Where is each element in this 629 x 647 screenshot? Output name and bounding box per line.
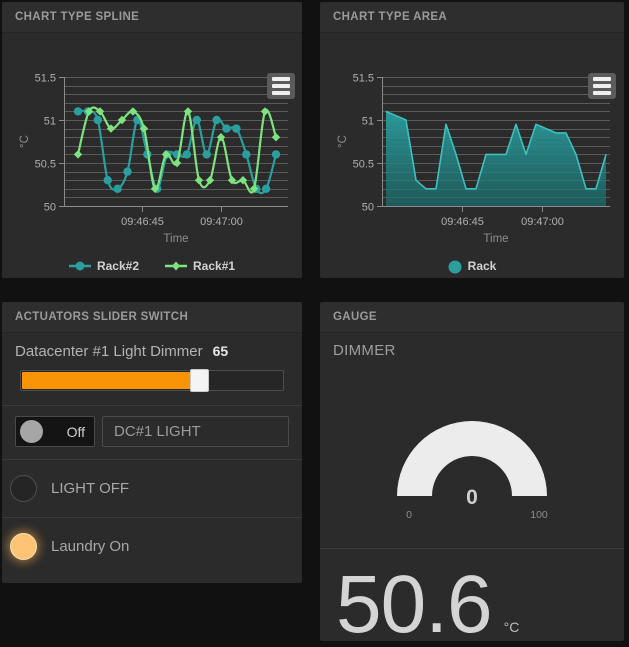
svg-text:51: 51 [44,116,56,128]
hamburger-bar [593,84,611,88]
hamburger-bar [593,77,611,81]
legend-marker-dot-icon [448,260,462,274]
dc1-light-name-field[interactable]: DC#1 LIGHT [102,416,289,447]
panel-title-gauge: GAUGE [320,302,624,333]
led-indicator-off-icon [10,475,37,502]
svg-text:50: 50 [44,202,56,214]
panel-body-spline: 50 50.5 51 51.5 09:46:45 09:47:00 Time °C [2,33,302,278]
legend-item-rack[interactable]: Rack [448,259,497,274]
hamburger-bar [272,91,290,95]
area-legend: Rack [320,259,624,274]
svg-text:51: 51 [362,116,374,128]
legend-label-rack: Rack [467,259,497,273]
dashboard: CHART TYPE SPLINE 50 50.5 51 51.5 09:46:45 09… [0,0,629,647]
panel-title-spline: CHART TYPE SPLINE [2,2,302,33]
svg-text:09:47:00: 09:47:00 [200,216,243,228]
stat-section: 50.6 °C [320,549,624,641]
dimmer-slider[interactable] [20,369,284,392]
stat-value-group: 50.6 °C [336,559,520,641]
hamburger-bar [272,77,290,81]
panel-actuators-slider-switch: ACTUATORS SLIDER SWITCH Datacenter #1 Li… [2,302,302,583]
gauge-graphic: 0 0 100 [397,421,548,521]
dimmer-header: Datacenter #1 Light Dimmer 65 [15,343,289,360]
svg-text:Time: Time [483,233,508,245]
legend-label-rack2: Rack#2 [96,259,139,273]
led-label-laundry-on: Laundry On [51,538,130,555]
led-indicator-on-icon [10,533,37,560]
hamburger-bar [272,84,290,88]
toggle-state-label: Off [66,423,85,440]
svg-text:51.5: 51.5 [35,73,56,85]
gauge-max-label: 100 [530,509,548,521]
legend-marker-diamond-icon [165,260,187,272]
led-row-light-off: LIGHT OFF [2,460,302,518]
svg-text:50: 50 [362,202,374,214]
chart-menu-icon-area[interactable] [588,73,616,99]
led-item-light-off[interactable]: LIGHT OFF [2,460,302,517]
svg-text:°C: °C [19,135,31,148]
led-label-light-off: LIGHT OFF [51,480,130,497]
gauge-value: 0 [466,486,478,509]
dimmer-label: Datacenter #1 Light Dimmer [15,343,203,360]
panel-chart-type-spline: CHART TYPE SPLINE 50 50.5 51 51.5 09:46:45 09… [2,2,302,278]
toggle-switch-group: Off DC#1 LIGHT [15,416,289,447]
legend-item-rack2[interactable]: Rack#2 [68,259,139,273]
chart-menu-icon-spline[interactable] [267,73,295,99]
svg-text:Time: Time [163,233,188,245]
stat-value: 50.6 [336,559,493,641]
svg-text:51.5: 51.5 [353,73,374,85]
svg-text:50.5: 50.5 [35,159,56,171]
spline-legend: Rack#2 Rack#1 [2,259,302,273]
gauge-label: DIMMER [333,342,396,359]
panel-gauge: GAUGE DIMMER 0 0 100 50.6 °C [320,302,624,641]
svg-text:°C: °C [337,135,349,148]
panel-body-switch: Datacenter #1 Light Dimmer 65 Off DC#1 L… [2,333,302,575]
stat-unit: °C [503,619,520,635]
spline-chart-svg: 50 50.5 51 51.5 09:46:45 09:47:00 Time °C [19,73,288,245]
gauge-section: DIMMER 0 0 100 [320,333,624,549]
panel-chart-type-area: CHART TYPE AREA 50 50.5 51 51.5 09:46:45 09:4… [320,2,624,278]
dc1-light-toggle[interactable]: Off [15,416,95,447]
legend-marker-circle-icon [68,260,91,272]
led-item-laundry-on[interactable]: Laundry On [2,518,302,575]
panel-title-switch: ACTUATORS SLIDER SWITCH [2,302,302,333]
panel-body-gauge: DIMMER 0 0 100 50.6 °C [320,333,624,641]
dimmer-value: 65 [212,343,229,359]
panel-body-area: 50 50.5 51 51.5 09:46:45 09:47:00 Time °C Rack [320,33,624,278]
spline-chart: 50 50.5 51 51.5 09:46:45 09:47:00 Time °C [2,33,302,278]
hamburger-bar [593,91,611,95]
panel-title-area: CHART TYPE AREA [320,2,624,33]
svg-text:09:46:45: 09:46:45 [441,216,484,228]
gauge-min-label: 0 [406,509,412,521]
legend-label-rack1: Rack#1 [193,259,236,273]
legend-item-rack1[interactable]: Rack#1 [165,259,235,273]
area-chart-svg: 50 50.5 51 51.5 09:46:45 09:47:00 Time °C [337,73,610,245]
toggle-knob-icon [20,420,43,443]
svg-text:50.5: 50.5 [353,159,374,171]
toggle-switch-row: Off DC#1 LIGHT [2,406,302,460]
svg-text:09:46:45: 09:46:45 [121,216,164,228]
dimmer-slider-handle[interactable] [189,369,209,392]
svg-text:09:47:00: 09:47:00 [521,216,564,228]
dimmer-slider-fill [22,372,198,389]
dimmer-row: Datacenter #1 Light Dimmer 65 [2,333,302,406]
led-row-laundry-on: Laundry On [2,518,302,575]
gauge-arc [397,421,547,496]
area-chart: 50 50.5 51 51.5 09:46:45 09:47:00 Time °C Rack [320,33,624,278]
